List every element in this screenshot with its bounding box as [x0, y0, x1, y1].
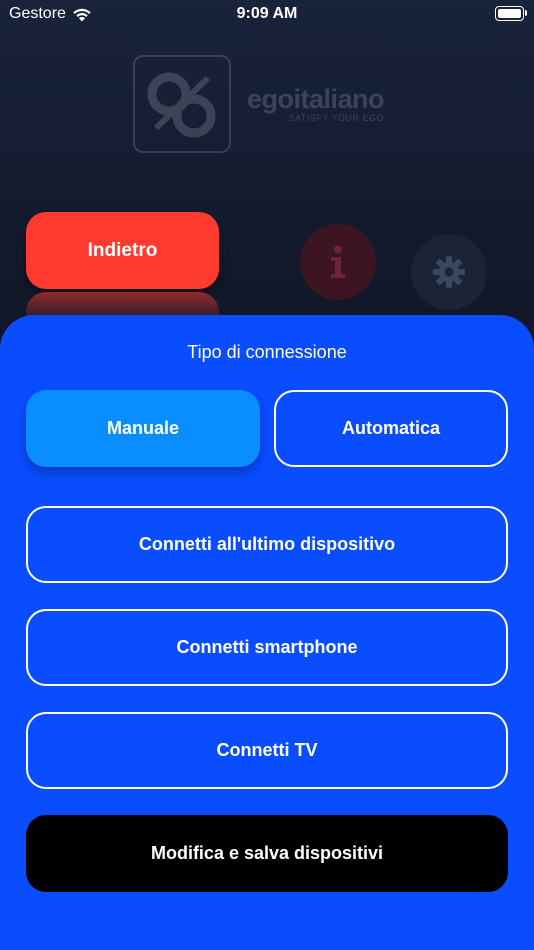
logo-tagline: SATISFY YOUR EGO	[288, 113, 385, 123]
back-button[interactable]: Indietro	[26, 212, 219, 289]
connect-smartphone-button[interactable]: Connetti smartphone	[26, 609, 508, 686]
manual-mode-button[interactable]: Manuale	[26, 390, 260, 467]
automatic-mode-button[interactable]: Automatica	[274, 390, 508, 467]
logo-name: egoitaliano	[247, 84, 385, 114]
connect-tv-button[interactable]: Connetti TV	[26, 712, 508, 789]
gear-icon	[433, 256, 465, 288]
logo-mark-icon	[133, 55, 231, 153]
info-button[interactable]	[300, 224, 376, 300]
sheet-title: Tipo di connessione	[187, 342, 347, 362]
info-icon	[331, 245, 345, 278]
status-bar: Gestore 9:09 AM	[0, 0, 534, 28]
brand-logo: egoitaliano SATISFY YOUR EGO	[133, 55, 385, 153]
clock: 9:09 AM	[236, 5, 298, 22]
settings-button[interactable]	[411, 234, 487, 310]
connect-last-device-button[interactable]: Connetti all'ultimo dispositivo	[26, 506, 508, 583]
battery-icon	[495, 6, 527, 21]
connection-sheet: Tipo di connessione Manuale Automatica C…	[0, 315, 534, 950]
edit-save-devices-button[interactable]: Modifica e salva dispositivi	[26, 815, 508, 892]
